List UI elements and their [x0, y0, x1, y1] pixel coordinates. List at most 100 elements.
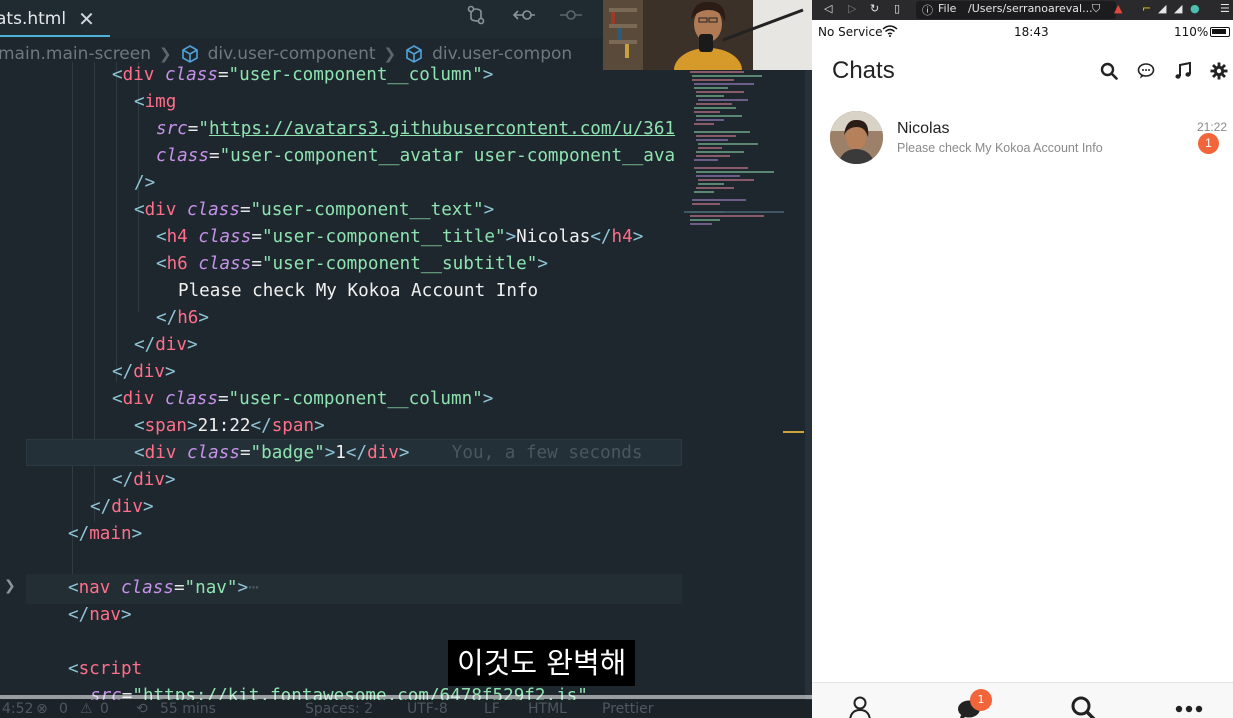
- code-token: >: [314, 416, 325, 436]
- forward-icon[interactable]: ▷: [848, 2, 856, 15]
- code-token: h6: [177, 308, 199, 328]
- code-token: >: [164, 470, 176, 490]
- code-line[interactable]: />: [134, 170, 155, 197]
- comment-icon[interactable]: [1137, 62, 1157, 82]
- search-icon[interactable]: [1070, 695, 1096, 718]
- chat-list-item[interactable]: Nicolas Please check My Kokoa Account In…: [812, 108, 1233, 170]
- code-token: <: [134, 200, 145, 220]
- code-line[interactable]: </div>: [112, 359, 176, 386]
- status-warnings[interactable]: 0: [100, 701, 109, 717]
- code-line[interactable]: <div class="badge">1</div> You, a few se…: [134, 440, 642, 467]
- code-token: =: [239, 200, 251, 220]
- code-line[interactable]: <h4 class="user-component__title">Nicola…: [156, 224, 643, 251]
- code-line[interactable]: <div class="user-component__column">: [112, 62, 493, 89]
- warning-icon[interactable]: ⚠: [80, 701, 93, 717]
- music-icon[interactable]: [1174, 61, 1194, 82]
- code-line[interactable]: </div>: [90, 494, 154, 521]
- code-token: "user-component__column": [228, 65, 483, 85]
- menu-icon[interactable]: ☰: [1220, 2, 1230, 15]
- battery-icon: [1210, 27, 1230, 37]
- back-icon[interactable]: ◁: [824, 2, 832, 15]
- user-icon[interactable]: [847, 695, 873, 718]
- chat-last-message: Please check My Kokoa Account Info: [897, 141, 1103, 155]
- code-line[interactable]: src="https://avatars3.githubusercontent.…: [156, 116, 675, 143]
- chevron-right-icon: ❯: [383, 45, 397, 63]
- error-icon[interactable]: ⊗: [36, 701, 48, 717]
- code-token: </: [112, 470, 134, 490]
- chat-contact-name: Nicolas: [897, 120, 950, 137]
- code-token: </: [345, 443, 368, 463]
- cube-icon: [404, 44, 424, 64]
- more-icon[interactable]: [1174, 695, 1203, 718]
- code-token: class: [164, 389, 218, 409]
- code-line[interactable]: <div class="user-component__column">: [112, 386, 493, 413]
- code-line[interactable]: </div>: [112, 467, 176, 494]
- status-eol[interactable]: LF: [484, 701, 500, 717]
- extension-icon[interactable]: ◢: [1174, 2, 1182, 15]
- reload-icon[interactable]: ↻: [870, 2, 879, 15]
- status-time: 4:52: [2, 701, 34, 717]
- code-token: <: [68, 578, 79, 598]
- code-line[interactable]: <div class="user-component__text">: [134, 197, 494, 224]
- code-token: div: [122, 65, 165, 85]
- url-text[interactable]: /Users/serranoareval...: [968, 2, 1093, 15]
- code-token: <: [156, 227, 167, 247]
- code-line[interactable]: <h6 class="user-component__subtitle">: [156, 251, 548, 278]
- source-control-icon[interactable]: [463, 4, 489, 30]
- chat-timestamp: 21:22: [1197, 120, 1228, 134]
- editor-tab[interactable]: ats.html ✕: [0, 0, 103, 38]
- code-line[interactable]: </h6>: [156, 305, 209, 332]
- code-token: "user-component__column": [228, 389, 483, 409]
- code-line[interactable]: </div>: [134, 332, 198, 359]
- code-line[interactable]: <script: [68, 656, 142, 683]
- code-token: =: [173, 578, 185, 598]
- info-icon[interactable]: ⓘ: [922, 2, 933, 18]
- video-progress-track[interactable]: [0, 695, 812, 699]
- vertical-scrollbar[interactable]: [805, 68, 812, 708]
- breadcrumb-item-0[interactable]: main.main-screen: [0, 44, 151, 64]
- rewards-icon[interactable]: ▲: [1114, 2, 1122, 15]
- battery-label: 110%: [1174, 25, 1209, 39]
- extension-icon[interactable]: ◢: [1158, 2, 1166, 15]
- code-token: >: [164, 362, 176, 382]
- status-formatter[interactable]: Prettier: [602, 701, 654, 717]
- breadcrumb-item-2[interactable]: div.user-compon: [432, 44, 572, 64]
- scrollbar-cursor-marker: [783, 431, 804, 433]
- go-forward-icon[interactable]: [558, 4, 584, 30]
- close-icon[interactable]: ✕: [78, 7, 95, 31]
- code-line[interactable]: </nav>: [68, 602, 132, 629]
- status-language[interactable]: HTML: [528, 701, 567, 717]
- shield-icon[interactable]: ⛉: [1092, 2, 1100, 16]
- unread-badge: 1: [1198, 133, 1219, 154]
- code-line[interactable]: class="user-component__avatar user-compo…: [156, 143, 675, 170]
- code-token: You, a few seconds: [409, 443, 643, 463]
- code-token: </: [250, 416, 272, 436]
- code-token: ": [198, 119, 209, 139]
- code-token: >: [324, 443, 336, 463]
- status-encoding[interactable]: UTF-8: [407, 701, 448, 717]
- code-line[interactable]: Please check My Kokoa Account Info: [178, 278, 538, 305]
- chats-header: Chats: [812, 52, 1233, 92]
- code-line[interactable]: </main>: [68, 521, 142, 548]
- editor-tab-filename: ats.html: [0, 9, 67, 29]
- code-line[interactable]: <span>21:22</span>: [134, 413, 325, 440]
- code-token: </: [68, 524, 90, 544]
- bookmark-icon[interactable]: ▯: [894, 2, 900, 15]
- status-errors[interactable]: 0: [59, 701, 68, 717]
- extension-icon[interactable]: ⌐: [1142, 2, 1151, 15]
- code-line[interactable]: <img: [134, 89, 176, 116]
- code-line[interactable]: <nav class="nav">⋯: [68, 575, 259, 602]
- code-token: nav: [89, 605, 121, 625]
- status-spaces[interactable]: Spaces: 2: [305, 701, 373, 717]
- search-icon[interactable]: [1100, 62, 1120, 82]
- code-area[interactable]: <div class="user-component__column"> <img…: [0, 62, 682, 712]
- gear-icon[interactable]: [1210, 62, 1230, 82]
- code-token: "user-component__text": [250, 200, 484, 220]
- code-token: class: [186, 443, 240, 463]
- breadcrumb-item-1[interactable]: div.user-component: [208, 44, 376, 64]
- go-back-icon[interactable]: [511, 4, 537, 30]
- minimap[interactable]: [684, 68, 784, 268]
- code-token: class: [120, 578, 174, 598]
- profile-icon[interactable]: ●: [1190, 2, 1200, 15]
- code-token: div: [133, 362, 165, 382]
